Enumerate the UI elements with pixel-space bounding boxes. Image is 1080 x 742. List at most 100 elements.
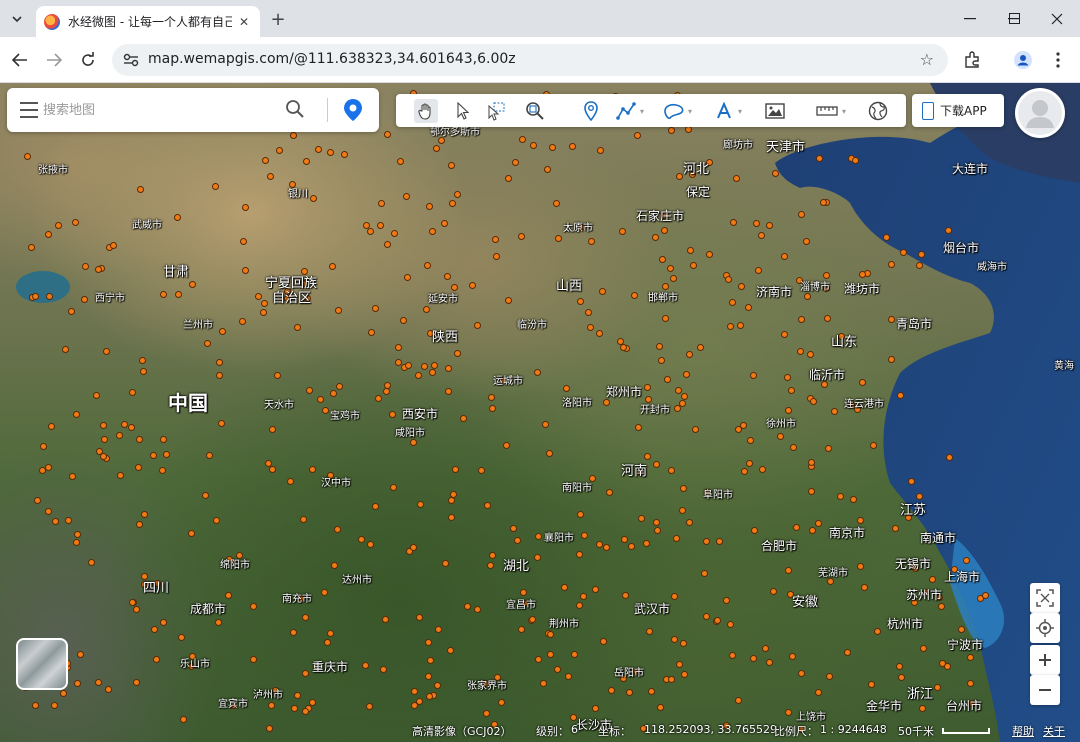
place-label[interactable]: 达州市: [342, 571, 372, 586]
poi-marker[interactable]: [331, 562, 338, 569]
poi-marker[interactable]: [603, 399, 610, 406]
help-link[interactable]: 帮助: [1012, 723, 1034, 739]
place-label[interactable]: 荆州市: [549, 615, 579, 630]
poi-marker[interactable]: [372, 305, 379, 312]
poi-marker[interactable]: [621, 536, 628, 543]
poi-marker[interactable]: [276, 147, 283, 154]
poi-marker[interactable]: [747, 437, 754, 444]
poi-marker[interactable]: [489, 405, 496, 412]
minimize-button[interactable]: [947, 0, 993, 37]
place-label[interactable]: 青岛市: [896, 315, 932, 332]
poi-marker[interactable]: [676, 661, 683, 668]
poi-marker[interactable]: [425, 673, 432, 680]
poi-marker[interactable]: [423, 306, 430, 313]
place-label[interactable]: 郑州市: [606, 383, 642, 400]
poi-marker[interactable]: [327, 149, 334, 156]
place-label[interactable]: 台州市: [946, 697, 982, 714]
poi-marker[interactable]: [378, 200, 385, 207]
poi-marker[interactable]: [404, 274, 411, 281]
address-bar[interactable]: map.wemapgis.com/@111.638323,34.601643,6…: [112, 44, 948, 76]
poi-marker[interactable]: [403, 193, 410, 200]
poi-marker[interactable]: [290, 132, 297, 139]
place-label[interactable]: 临沂市: [809, 366, 845, 383]
poi-marker[interactable]: [302, 670, 309, 677]
poi-marker[interactable]: [898, 674, 905, 681]
poi-marker[interactable]: [93, 392, 100, 399]
poi-marker[interactable]: [367, 228, 374, 235]
poi-marker[interactable]: [581, 532, 588, 539]
poi-marker[interactable]: [174, 214, 181, 221]
place-label[interactable]: 武汉市: [634, 600, 670, 617]
poi-marker[interactable]: [730, 219, 737, 226]
poi-marker[interactable]: [963, 557, 970, 564]
location-pin-icon[interactable]: [342, 98, 364, 122]
poi-marker[interactable]: [240, 238, 247, 245]
poi-marker[interactable]: [417, 501, 424, 508]
polygon-caret-icon[interactable]: ▾: [688, 107, 696, 116]
place-label[interactable]: 宜昌市: [506, 596, 536, 611]
poi-marker[interactable]: [213, 517, 220, 524]
poi-marker[interactable]: [136, 521, 143, 528]
poi-marker[interactable]: [512, 159, 519, 166]
poi-marker[interactable]: [804, 293, 811, 300]
poi-marker[interactable]: [577, 298, 584, 305]
place-label[interactable]: 天水市: [264, 396, 294, 411]
poi-marker[interactable]: [793, 524, 800, 531]
poi-marker[interactable]: [411, 688, 418, 695]
poi-marker[interactable]: [628, 543, 635, 550]
poi-marker[interactable]: [74, 680, 81, 687]
poi-marker[interactable]: [150, 452, 157, 459]
poi-marker[interactable]: [686, 519, 693, 526]
poi-marker[interactable]: [808, 459, 815, 466]
poi-marker[interactable]: [329, 263, 336, 270]
poi-marker[interactable]: [534, 554, 541, 561]
poi-marker[interactable]: [519, 136, 526, 143]
poi-marker[interactable]: [366, 703, 373, 710]
place-label[interactable]: 徐州市: [766, 415, 796, 430]
poi-marker[interactable]: [74, 531, 81, 538]
poi-marker[interactable]: [492, 236, 499, 243]
poi-marker[interactable]: [585, 309, 592, 316]
poi-marker[interactable]: [547, 651, 554, 658]
place-label[interactable]: 淄博市: [800, 278, 830, 293]
poi-marker[interactable]: [553, 200, 560, 207]
new-tab-plus-icon[interactable]: +: [266, 8, 290, 30]
zoom-out-button[interactable]: [1030, 675, 1060, 705]
poi-marker[interactable]: [675, 387, 682, 394]
poi-marker[interactable]: [330, 390, 337, 397]
poi-marker[interactable]: [798, 211, 805, 218]
poi-marker[interactable]: [383, 388, 390, 395]
place-label[interactable]: 兰州市: [183, 316, 213, 331]
text-tool-icon[interactable]: [712, 99, 736, 123]
marker-pin-icon[interactable]: [579, 99, 603, 123]
bookmark-star-icon[interactable]: ☆: [920, 50, 934, 69]
poi-marker[interactable]: [135, 464, 142, 471]
poi-marker[interactable]: [758, 232, 765, 239]
poi-marker[interactable]: [549, 144, 556, 151]
poi-marker[interactable]: [656, 343, 663, 350]
poi-marker[interactable]: [659, 256, 666, 263]
poi-marker[interactable]: [577, 511, 584, 518]
poi-marker[interactable]: [606, 489, 613, 496]
tab-list-chevron-icon[interactable]: [6, 8, 28, 30]
place-label[interactable]: 宁波市: [947, 636, 983, 653]
poi-marker[interactable]: [60, 690, 67, 697]
poi-marker[interactable]: [676, 173, 683, 180]
poi-marker[interactable]: [626, 689, 633, 696]
poi-marker[interactable]: [824, 315, 831, 322]
place-label[interactable]: 成都市: [190, 600, 226, 617]
poi-marker[interactable]: [518, 233, 525, 240]
place-label[interactable]: 无锡市: [895, 555, 931, 572]
poi-marker[interactable]: [896, 663, 903, 670]
poi-marker[interactable]: [505, 297, 512, 304]
poi-marker[interactable]: [596, 330, 603, 337]
poi-marker[interactable]: [103, 348, 110, 355]
poi-marker[interactable]: [429, 228, 436, 235]
globe-icon[interactable]: [866, 99, 890, 123]
poi-marker[interactable]: [51, 702, 58, 709]
poi-marker[interactable]: [129, 389, 136, 396]
satellite-map[interactable]: 天津市 大连市 河北 保定 石家庄市 太原市 烟台市 威海市 甘肃 宁夏回族 自治区 山西 济南市 淄博市…: [0, 83, 1080, 742]
place-label[interactable]: 运城市: [493, 372, 523, 387]
poi-marker[interactable]: [431, 362, 438, 369]
place-label[interactable]: 天津市: [766, 136, 805, 155]
